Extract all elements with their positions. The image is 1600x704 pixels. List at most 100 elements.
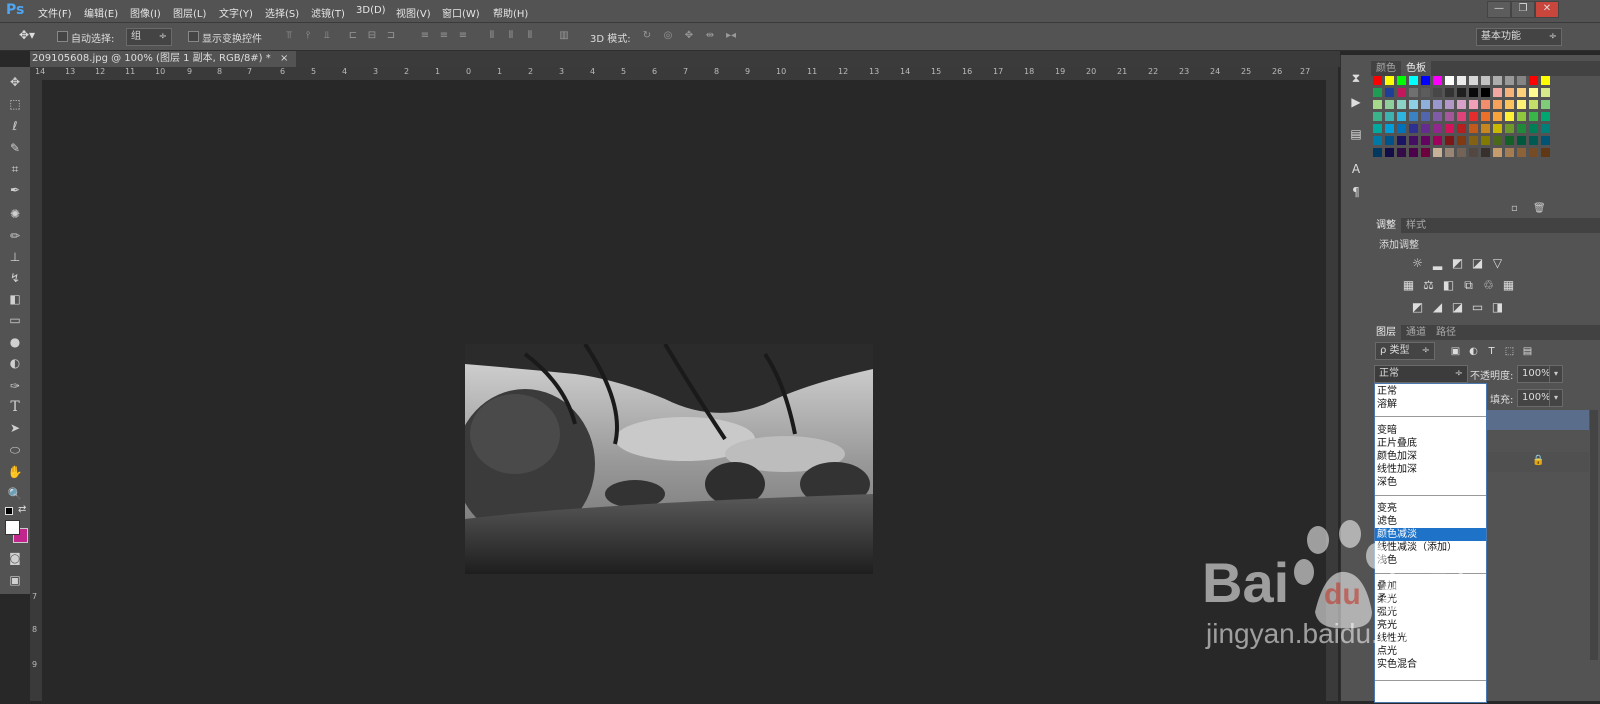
color-swatch[interactable] — [1469, 148, 1478, 157]
color-swatch[interactable] — [1433, 100, 1442, 109]
blend-option-screen[interactable]: 滤色 — [1377, 515, 1397, 528]
color-swatch[interactable] — [1433, 88, 1442, 97]
character-panel-icon[interactable]: A — [1346, 160, 1366, 178]
color-swatch[interactable] — [1505, 124, 1514, 133]
move-tool-preset-icon[interactable]: ✥▾ — [16, 29, 38, 41]
blend-option-color-burn[interactable]: 颜色加深 — [1377, 450, 1417, 463]
layer-row-background[interactable]: 🔒 — [1485, 452, 1589, 472]
align-top-icon[interactable]: ⫪ — [283, 30, 295, 41]
color-swatch[interactable] — [1493, 88, 1502, 97]
color-swatch[interactable] — [1445, 100, 1454, 109]
blend-option-lighten[interactable]: 变亮 — [1377, 502, 1397, 515]
color-swatch[interactable] — [1445, 88, 1454, 97]
path-select-tool-icon[interactable]: ➤ — [5, 419, 25, 437]
3d-scale-icon[interactable]: ▸◂ — [725, 30, 737, 41]
history-panel-icon[interactable]: ⧗ — [1346, 69, 1366, 87]
layer-row-selected[interactable] — [1485, 410, 1589, 430]
color-swatch[interactable] — [1385, 148, 1394, 157]
document-tab[interactable]: 209105608.jpg @ 100% (图层 1 副本, RGB/8#) *… — [30, 51, 297, 67]
color-swatch[interactable] — [1445, 76, 1454, 85]
blend-option-lighter-color[interactable]: 浅色 — [1377, 554, 1397, 567]
blend-option-darker-color[interactable]: 深色 — [1377, 476, 1397, 489]
color-swatch[interactable] — [1493, 76, 1502, 85]
levels-icon[interactable]: ▂ — [1431, 257, 1444, 270]
menu-window[interactable]: 窗口(W) — [442, 5, 480, 20]
color-swatch[interactable] — [1445, 136, 1454, 145]
actions-panel-icon[interactable]: ▶ — [1346, 93, 1366, 111]
filter-type-icon[interactable]: T — [1485, 345, 1498, 358]
type-tool-icon[interactable]: T — [5, 398, 25, 416]
fill-field[interactable]: 100% — [1517, 389, 1553, 407]
color-swatch[interactable] — [1541, 112, 1550, 121]
3d-pan-icon[interactable]: ✥ — [683, 30, 695, 41]
color-swatch[interactable] — [1457, 124, 1466, 133]
clone-stamp-tool-icon[interactable]: ⊥ — [5, 248, 25, 266]
paragraph-panel-icon[interactable]: ¶ — [1346, 183, 1366, 201]
posterize-icon[interactable]: ◢ — [1431, 301, 1444, 314]
opacity-field[interactable]: 100% — [1517, 365, 1553, 383]
color-swatch[interactable] — [1397, 100, 1406, 109]
color-swatch[interactable] — [1385, 124, 1394, 133]
menu-type[interactable]: 文字(Y) — [219, 5, 253, 20]
color-swatch[interactable] — [1397, 148, 1406, 157]
color-swatch[interactable] — [1397, 136, 1406, 145]
color-swatch[interactable] — [1373, 136, 1382, 145]
menu-file[interactable]: 文件(F) — [38, 5, 72, 20]
color-swatch[interactable] — [1493, 136, 1502, 145]
color-swatch[interactable] — [1421, 100, 1430, 109]
color-swatch[interactable] — [1385, 100, 1394, 109]
crop-tool-icon[interactable]: ⌗ — [5, 160, 25, 178]
color-swatch[interactable] — [1421, 136, 1430, 145]
tab-swatches[interactable]: 色板 — [1401, 61, 1431, 76]
color-swatch[interactable] — [1409, 148, 1418, 157]
gradient-map-icon[interactable]: ▭ — [1471, 301, 1484, 314]
color-swatch[interactable] — [1421, 88, 1430, 97]
color-swatch[interactable] — [1373, 76, 1382, 85]
curves-icon[interactable]: ◩ — [1451, 257, 1464, 270]
eyedropper-tool-icon[interactable]: ✒ — [5, 181, 25, 199]
align-vcenter-icon[interactable]: ⫯ — [302, 30, 314, 41]
hue-saturation-icon[interactable]: ▦ — [1402, 279, 1415, 292]
blend-option-soft-light[interactable]: 柔光 — [1377, 593, 1397, 606]
color-swatch[interactable] — [1397, 112, 1406, 121]
color-swatch[interactable] — [1469, 88, 1478, 97]
color-swatch[interactable] — [1505, 148, 1514, 157]
color-swatch[interactable] — [1409, 112, 1418, 121]
filter-smart-object-icon[interactable]: ▤ — [1521, 345, 1534, 358]
color-balance-icon[interactable]: ⚖ — [1422, 279, 1435, 292]
color-swatch[interactable] — [1469, 100, 1478, 109]
color-swatch[interactable] — [1469, 112, 1478, 121]
3d-roll-icon[interactable]: ◎ — [662, 30, 674, 41]
blur-tool-icon[interactable]: ● — [5, 333, 25, 351]
color-swatch[interactable] — [1493, 112, 1502, 121]
color-swatch[interactable] — [1505, 100, 1514, 109]
distribute-left-icon[interactable]: ⦀ — [486, 30, 498, 41]
color-swatch[interactable] — [1517, 76, 1526, 85]
color-swatch[interactable] — [1517, 136, 1526, 145]
menu-layer[interactable]: 图层(L) — [173, 5, 206, 20]
align-bottom-icon[interactable]: ⫫ — [321, 30, 333, 41]
distribute-bottom-icon[interactable]: ≡ — [457, 30, 469, 41]
eraser-tool-icon[interactable]: ◧ — [5, 290, 25, 308]
color-swatch[interactable] — [1529, 124, 1538, 133]
distribute-vcenter-icon[interactable]: ≡ — [438, 30, 450, 41]
lasso-tool-icon[interactable]: ℓ — [5, 117, 25, 135]
color-swatch[interactable] — [1493, 124, 1502, 133]
color-swatch[interactable] — [1373, 88, 1382, 97]
menu-filter[interactable]: 滤镜(T) — [311, 5, 345, 20]
distribute-right-icon[interactable]: ⦀ — [524, 30, 536, 41]
color-swatch[interactable] — [1421, 148, 1430, 157]
align-hcenter-icon[interactable]: ⊟ — [366, 30, 378, 41]
color-swatch[interactable] — [1517, 100, 1526, 109]
color-lookup-icon[interactable]: ▦ — [1502, 279, 1515, 292]
color-swatch[interactable] — [1529, 136, 1538, 145]
blend-option-overlay[interactable]: 叠加 — [1377, 580, 1397, 593]
color-swatch[interactable] — [1373, 124, 1382, 133]
pen-tool-icon[interactable]: ✑ — [5, 377, 25, 395]
color-swatch[interactable] — [1421, 112, 1430, 121]
channel-mixer-icon[interactable]: ♲ — [1482, 279, 1495, 292]
blend-option-pin-light[interactable]: 点光 — [1377, 645, 1397, 658]
color-swatch[interactable] — [1541, 100, 1550, 109]
tab-color[interactable]: 颜色 — [1371, 61, 1401, 76]
close-tab-icon[interactable]: × — [280, 53, 288, 64]
